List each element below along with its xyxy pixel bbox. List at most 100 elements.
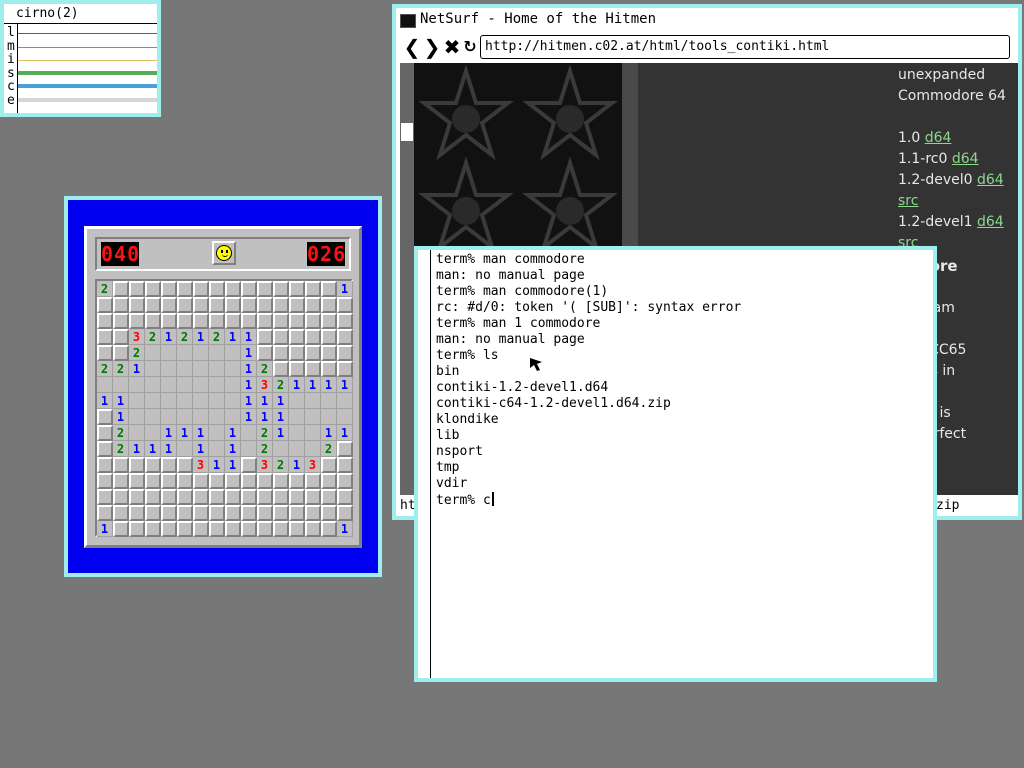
- open-cell[interactable]: [177, 409, 193, 425]
- reload-button[interactable]: ↻: [460, 36, 480, 58]
- open-cell[interactable]: [177, 361, 193, 377]
- open-cell[interactable]: [305, 425, 321, 441]
- number-cell[interactable]: 1: [241, 393, 257, 409]
- open-cell[interactable]: [241, 441, 257, 457]
- covered-cell[interactable]: [257, 521, 273, 537]
- open-cell[interactable]: [145, 361, 161, 377]
- open-cell[interactable]: [113, 377, 129, 393]
- open-cell[interactable]: [145, 377, 161, 393]
- number-cell[interactable]: 1: [241, 329, 257, 345]
- number-cell[interactable]: 2: [113, 425, 129, 441]
- covered-cell[interactable]: [273, 281, 289, 297]
- number-cell[interactable]: 1: [145, 441, 161, 457]
- number-cell[interactable]: 1: [225, 329, 241, 345]
- page-scrollbar[interactable]: [400, 63, 414, 495]
- covered-cell[interactable]: [337, 313, 353, 329]
- open-cell[interactable]: [161, 409, 177, 425]
- terminal-prompt[interactable]: term% c: [436, 492, 741, 509]
- number-cell[interactable]: 1: [225, 441, 241, 457]
- d64-link[interactable]: d64: [925, 130, 952, 146]
- covered-cell[interactable]: [273, 329, 289, 345]
- number-cell[interactable]: 1: [209, 457, 225, 473]
- covered-cell[interactable]: [161, 313, 177, 329]
- open-cell[interactable]: [129, 409, 145, 425]
- covered-cell[interactable]: [289, 521, 305, 537]
- open-cell[interactable]: [209, 425, 225, 441]
- open-cell[interactable]: [145, 393, 161, 409]
- number-cell[interactable]: 1: [97, 521, 113, 537]
- covered-cell[interactable]: [113, 329, 129, 345]
- covered-cell[interactable]: [305, 473, 321, 489]
- covered-cell[interactable]: [97, 409, 113, 425]
- number-cell[interactable]: 1: [193, 425, 209, 441]
- covered-cell[interactable]: [225, 521, 241, 537]
- open-cell[interactable]: [305, 441, 321, 457]
- number-cell[interactable]: 3: [257, 377, 273, 393]
- number-cell[interactable]: 2: [321, 441, 337, 457]
- covered-cell[interactable]: [257, 313, 273, 329]
- covered-cell[interactable]: [113, 345, 129, 361]
- open-cell[interactable]: [209, 393, 225, 409]
- covered-cell[interactable]: [305, 505, 321, 521]
- covered-cell[interactable]: [257, 297, 273, 313]
- covered-cell[interactable]: [161, 297, 177, 313]
- covered-cell[interactable]: [225, 313, 241, 329]
- number-cell[interactable]: 2: [97, 281, 113, 297]
- number-cell[interactable]: 3: [305, 457, 321, 473]
- covered-cell[interactable]: [193, 313, 209, 329]
- open-cell[interactable]: [289, 393, 305, 409]
- covered-cell[interactable]: [241, 281, 257, 297]
- covered-cell[interactable]: [145, 457, 161, 473]
- covered-cell[interactable]: [225, 505, 241, 521]
- covered-cell[interactable]: [321, 473, 337, 489]
- number-cell[interactable]: 1: [97, 393, 113, 409]
- d64-link[interactable]: d64: [977, 172, 1004, 188]
- number-cell[interactable]: 1: [161, 425, 177, 441]
- number-cell[interactable]: 1: [273, 393, 289, 409]
- covered-cell[interactable]: [337, 489, 353, 505]
- number-cell[interactable]: 1: [257, 409, 273, 425]
- covered-cell[interactable]: [321, 313, 337, 329]
- covered-cell[interactable]: [177, 297, 193, 313]
- covered-cell[interactable]: [289, 489, 305, 505]
- covered-cell[interactable]: [97, 345, 113, 361]
- covered-cell[interactable]: [337, 457, 353, 473]
- covered-cell[interactable]: [209, 297, 225, 313]
- open-cell[interactable]: [337, 393, 353, 409]
- number-cell[interactable]: 1: [193, 441, 209, 457]
- open-cell[interactable]: [241, 425, 257, 441]
- covered-cell[interactable]: [273, 505, 289, 521]
- number-cell[interactable]: 2: [257, 441, 273, 457]
- covered-cell[interactable]: [241, 521, 257, 537]
- covered-cell[interactable]: [225, 281, 241, 297]
- open-cell[interactable]: [321, 409, 337, 425]
- number-cell[interactable]: 2: [273, 377, 289, 393]
- covered-cell[interactable]: [97, 489, 113, 505]
- number-cell[interactable]: 2: [273, 457, 289, 473]
- stop-button[interactable]: ✖: [442, 36, 462, 58]
- number-cell[interactable]: 1: [241, 361, 257, 377]
- open-cell[interactable]: [225, 393, 241, 409]
- covered-cell[interactable]: [97, 329, 113, 345]
- open-cell[interactable]: [289, 409, 305, 425]
- covered-cell[interactable]: [257, 345, 273, 361]
- covered-cell[interactable]: [113, 521, 129, 537]
- number-cell[interactable]: 1: [321, 425, 337, 441]
- number-cell[interactable]: 1: [225, 457, 241, 473]
- covered-cell[interactable]: [305, 521, 321, 537]
- number-cell[interactable]: 1: [113, 409, 129, 425]
- covered-cell[interactable]: [321, 505, 337, 521]
- covered-cell[interactable]: [241, 473, 257, 489]
- covered-cell[interactable]: [321, 329, 337, 345]
- open-cell[interactable]: [209, 345, 225, 361]
- covered-cell[interactable]: [257, 329, 273, 345]
- covered-cell[interactable]: [129, 473, 145, 489]
- covered-cell[interactable]: [337, 297, 353, 313]
- covered-cell[interactable]: [321, 521, 337, 537]
- covered-cell[interactable]: [129, 521, 145, 537]
- covered-cell[interactable]: [289, 297, 305, 313]
- number-cell[interactable]: 1: [289, 457, 305, 473]
- covered-cell[interactable]: [129, 457, 145, 473]
- number-cell[interactable]: 2: [209, 329, 225, 345]
- covered-cell[interactable]: [225, 489, 241, 505]
